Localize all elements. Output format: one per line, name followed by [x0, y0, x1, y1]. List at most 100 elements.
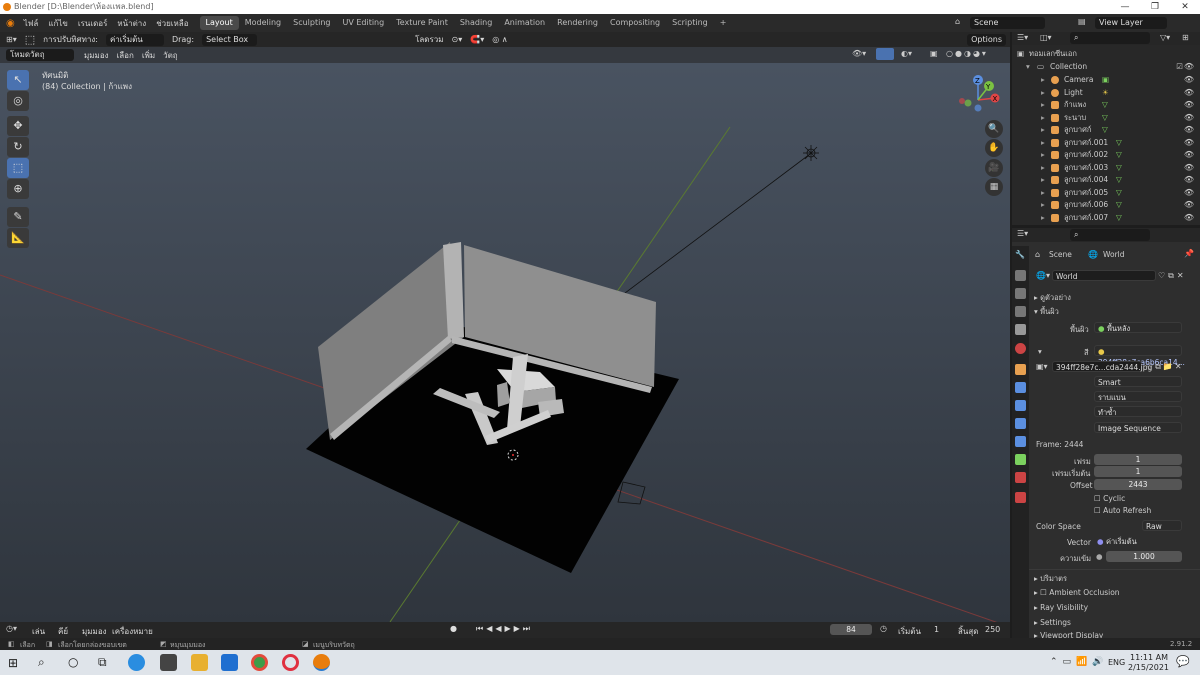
menu-edit[interactable]: แก้ไข — [43, 17, 73, 30]
clock-date[interactable]: 2/15/2021 — [1128, 663, 1169, 672]
expand-arrow-icon[interactable]: ▸ — [1041, 112, 1045, 125]
tab-compositing[interactable]: Compositing — [604, 16, 666, 30]
zoom-icon[interactable]: 🔍 — [985, 120, 1003, 138]
data-tab-icon[interactable] — [1015, 454, 1026, 465]
expand-arrow-icon[interactable]: ▸ — [1041, 99, 1045, 112]
overlay-toggle-icon[interactable]: ◐▾ — [901, 49, 912, 58]
scene-selector[interactable]: Scene — [970, 17, 1045, 29]
mode-dropdown[interactable]: โหมดวัตถุ — [6, 49, 74, 61]
playback-menu[interactable]: เล่น — [32, 625, 45, 638]
visibility-eye-icon[interactable]: 👁 — [1184, 99, 1194, 112]
outliner-item[interactable]: ▸ Light ☀ 👁 — [1012, 87, 1200, 100]
outliner-item[interactable]: ▸ ลูกบาศก์.002 ▽ 👁 — [1012, 149, 1200, 162]
surface-value-field[interactable]: ● พื้นหลัง — [1094, 322, 1182, 333]
clock-time[interactable]: 11:11 AM — [1130, 653, 1168, 662]
blender-taskbar-icon[interactable] — [313, 654, 330, 671]
output-tab-icon[interactable] — [1015, 288, 1026, 299]
visibility-eye-icon[interactable]: 👁 — [1184, 87, 1194, 100]
outliner-root[interactable]: ▣ ทอมเลกซีนเอก — [1012, 48, 1200, 61]
record-icon[interactable]: ● — [450, 624, 457, 633]
pivot-icon[interactable]: ⊙▾ — [452, 35, 463, 44]
render-tab-icon[interactable] — [1015, 270, 1026, 281]
properties-search-input[interactable]: ⌕ — [1070, 229, 1150, 241]
image-name-field[interactable]: 394ff28e7c...cda2444.jpg — [1052, 361, 1152, 372]
camera-data-icon[interactable]: ▣ — [1102, 74, 1109, 87]
interpolation-dropdown[interactable]: Smart — [1094, 376, 1182, 387]
display-mode-icon[interactable]: ◫▾ — [1040, 33, 1052, 42]
world-tab-icon[interactable] — [1015, 343, 1026, 354]
gizmo-toggle-icon[interactable] — [876, 48, 894, 60]
expand-arrow-icon[interactable]: ▸ — [1041, 87, 1045, 100]
volume-panel[interactable]: ▸ ปริมาตร — [1034, 573, 1067, 585]
proportional-icon[interactable]: ◎ ∧ — [492, 35, 507, 44]
blender-menu-icon[interactable]: ◉ — [6, 18, 15, 29]
outliner-item[interactable]: ▸ ลูกบาศก์.003 ▽ 👁 — [1012, 162, 1200, 175]
search-icon[interactable]: ⌕ — [38, 655, 45, 670]
expand-arrow-icon[interactable]: ▸ — [1041, 149, 1045, 162]
object-tab-icon[interactable] — [1015, 364, 1026, 375]
edge-icon[interactable] — [128, 654, 145, 671]
select-menu[interactable]: เลือก — [113, 49, 138, 62]
close-button[interactable]: ✕ — [1170, 0, 1200, 14]
world-name-field[interactable]: World — [1052, 270, 1156, 281]
system-tray-icons[interactable]: ⌃▭📶🔊 — [1050, 657, 1108, 667]
visibility-eye-icon[interactable]: 👁 — [1184, 149, 1194, 162]
expand-arrow-icon[interactable]: ▸ — [1041, 162, 1045, 175]
start-icon[interactable]: ⊞ — [8, 656, 18, 670]
visibility-eye-icon[interactable]: 👁 — [1184, 112, 1194, 125]
view-menu[interactable]: มุมมอง — [80, 49, 113, 62]
maximize-button[interactable]: ❐ — [1140, 0, 1170, 14]
file-explorer-icon[interactable] — [191, 654, 208, 671]
breadcrumb-scene[interactable]: Scene — [1049, 250, 1072, 259]
checkbox-icon[interactable]: ☑ — [1176, 61, 1183, 74]
mesh-data-icon[interactable]: ▽ — [1116, 162, 1122, 175]
tab-shading[interactable]: Shading — [454, 16, 499, 30]
add-workspace-button[interactable]: + — [714, 16, 733, 30]
cursor-tool-button[interactable]: ◎ — [7, 91, 29, 111]
new-collection-icon[interactable]: ⊞ — [1182, 33, 1189, 42]
timeline-editor-icon[interactable]: ◷▾ — [6, 624, 17, 633]
tab-texture-paint[interactable]: Texture Paint — [390, 16, 454, 30]
mesh-data-icon[interactable]: ▽ — [1116, 149, 1122, 162]
notifications-icon[interactable]: 💬 — [1176, 655, 1190, 668]
start-field[interactable]: 1 — [934, 625, 939, 634]
expand-arrow-icon[interactable]: ▸ — [1041, 74, 1045, 87]
particles-tab-icon[interactable] — [1015, 400, 1026, 411]
3d-viewport[interactable]: โหมดวัตถุ มุมมอง เลือก เพิ่ม วัตถุ 👁▾ ◐▾… — [0, 47, 1010, 622]
annotate-tool-button[interactable]: ✎ — [7, 207, 29, 227]
view-layer-tab-icon[interactable] — [1015, 306, 1026, 317]
visibility-eye-icon[interactable]: 👁 — [1184, 199, 1194, 212]
frames-field[interactable]: 1 — [1094, 454, 1182, 465]
tab-modeling[interactable]: Modeling — [239, 16, 287, 30]
mesh-data-icon[interactable]: ▽ — [1116, 187, 1122, 200]
visibility-eye-icon[interactable]: 👁 — [1184, 74, 1194, 87]
add-menu[interactable]: เพิ่ม — [138, 49, 159, 62]
cortana-icon[interactable]: ○ — [68, 655, 78, 669]
timeline-view-menu[interactable]: มุมมอง — [82, 625, 107, 638]
playback-controls[interactable]: ⏮◀◀▶▶⏭ — [476, 624, 533, 634]
properties-editor-icon[interactable]: ☰▾ — [1017, 229, 1028, 238]
light-data-icon[interactable]: ☀ — [1102, 87, 1109, 100]
mesh-data-icon[interactable]: ▽ — [1116, 137, 1122, 150]
expand-arrow-icon[interactable]: ▸ — [1041, 174, 1045, 187]
menu-file[interactable]: ไฟล์ — [19, 17, 44, 30]
select-tool-button[interactable]: ↖ — [7, 70, 29, 90]
pan-hand-icon[interactable]: ✋ — [985, 139, 1003, 157]
expand-arrow-icon[interactable]: ▸ — [1041, 199, 1045, 212]
breadcrumb-world[interactable]: World — [1103, 250, 1125, 259]
image-controls[interactable]: ♡⧉📁✕ — [1146, 362, 1184, 372]
outliner-item[interactable]: ▸ ก้าแพง ▽ 👁 — [1012, 99, 1200, 112]
outliner-item[interactable]: ▸ Camera ▣ 👁 — [1012, 74, 1200, 87]
mesh-data-icon[interactable]: ▽ — [1116, 199, 1122, 212]
view-object-types-icon[interactable]: 👁▾ — [852, 49, 866, 58]
tab-sculpting[interactable]: Sculpting — [287, 16, 336, 30]
physics-tab-icon[interactable] — [1015, 418, 1026, 429]
navigation-gizmo[interactable]: Z Y X — [950, 72, 1005, 127]
visibility-eye-icon[interactable]: 👁 — [1184, 124, 1194, 137]
tool-tab-icon[interactable]: 🔧 — [1015, 250, 1026, 261]
ambient-occlusion-panel[interactable]: ▸ ☐ Ambient Occlusion — [1034, 588, 1120, 597]
world-datablock-icon[interactable]: 🌐▾ — [1036, 271, 1050, 280]
outliner-collection[interactable]: ▾ ▭ Collection ☑ 👁 — [1012, 61, 1200, 74]
color-value-field[interactable]: ● 394ff28e7ca6b6ca14... — [1094, 345, 1185, 367]
menu-render[interactable]: เรนเดอร์ — [73, 17, 113, 30]
